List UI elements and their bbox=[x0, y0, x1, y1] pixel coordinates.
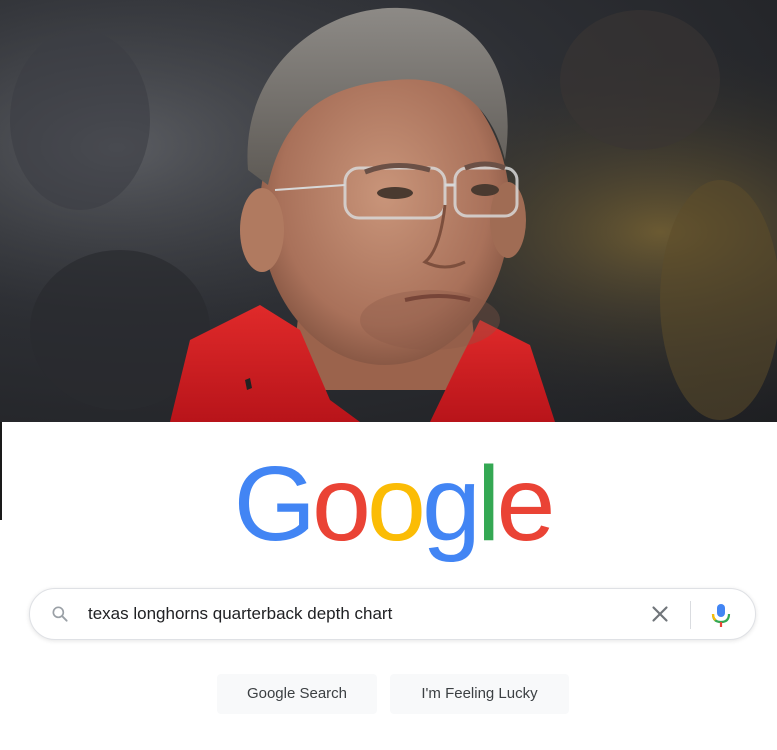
search-divider bbox=[690, 601, 691, 629]
page: Google Google Search I'm Feeling Lucky bbox=[0, 0, 777, 750]
logo-letter: g bbox=[421, 445, 481, 563]
photo-edge bbox=[0, 422, 2, 520]
logo-letter: o bbox=[366, 445, 426, 563]
search-icon bbox=[52, 606, 68, 622]
logo-letter: l bbox=[476, 445, 500, 563]
feeling-lucky-button[interactable]: I'm Feeling Lucky bbox=[390, 674, 569, 714]
microphone-icon[interactable] bbox=[708, 601, 734, 629]
logo-letter: G bbox=[233, 445, 316, 563]
search-box[interactable] bbox=[29, 588, 756, 640]
search-input[interactable] bbox=[88, 589, 628, 639]
portrait-illustration bbox=[0, 0, 777, 422]
close-icon[interactable] bbox=[647, 601, 673, 627]
logo-letter: o bbox=[312, 445, 371, 563]
portrait-photo bbox=[0, 0, 777, 422]
logo-letter: e bbox=[496, 445, 555, 563]
google-logo: Google bbox=[220, 448, 565, 560]
google-search-button[interactable]: Google Search bbox=[217, 674, 377, 714]
